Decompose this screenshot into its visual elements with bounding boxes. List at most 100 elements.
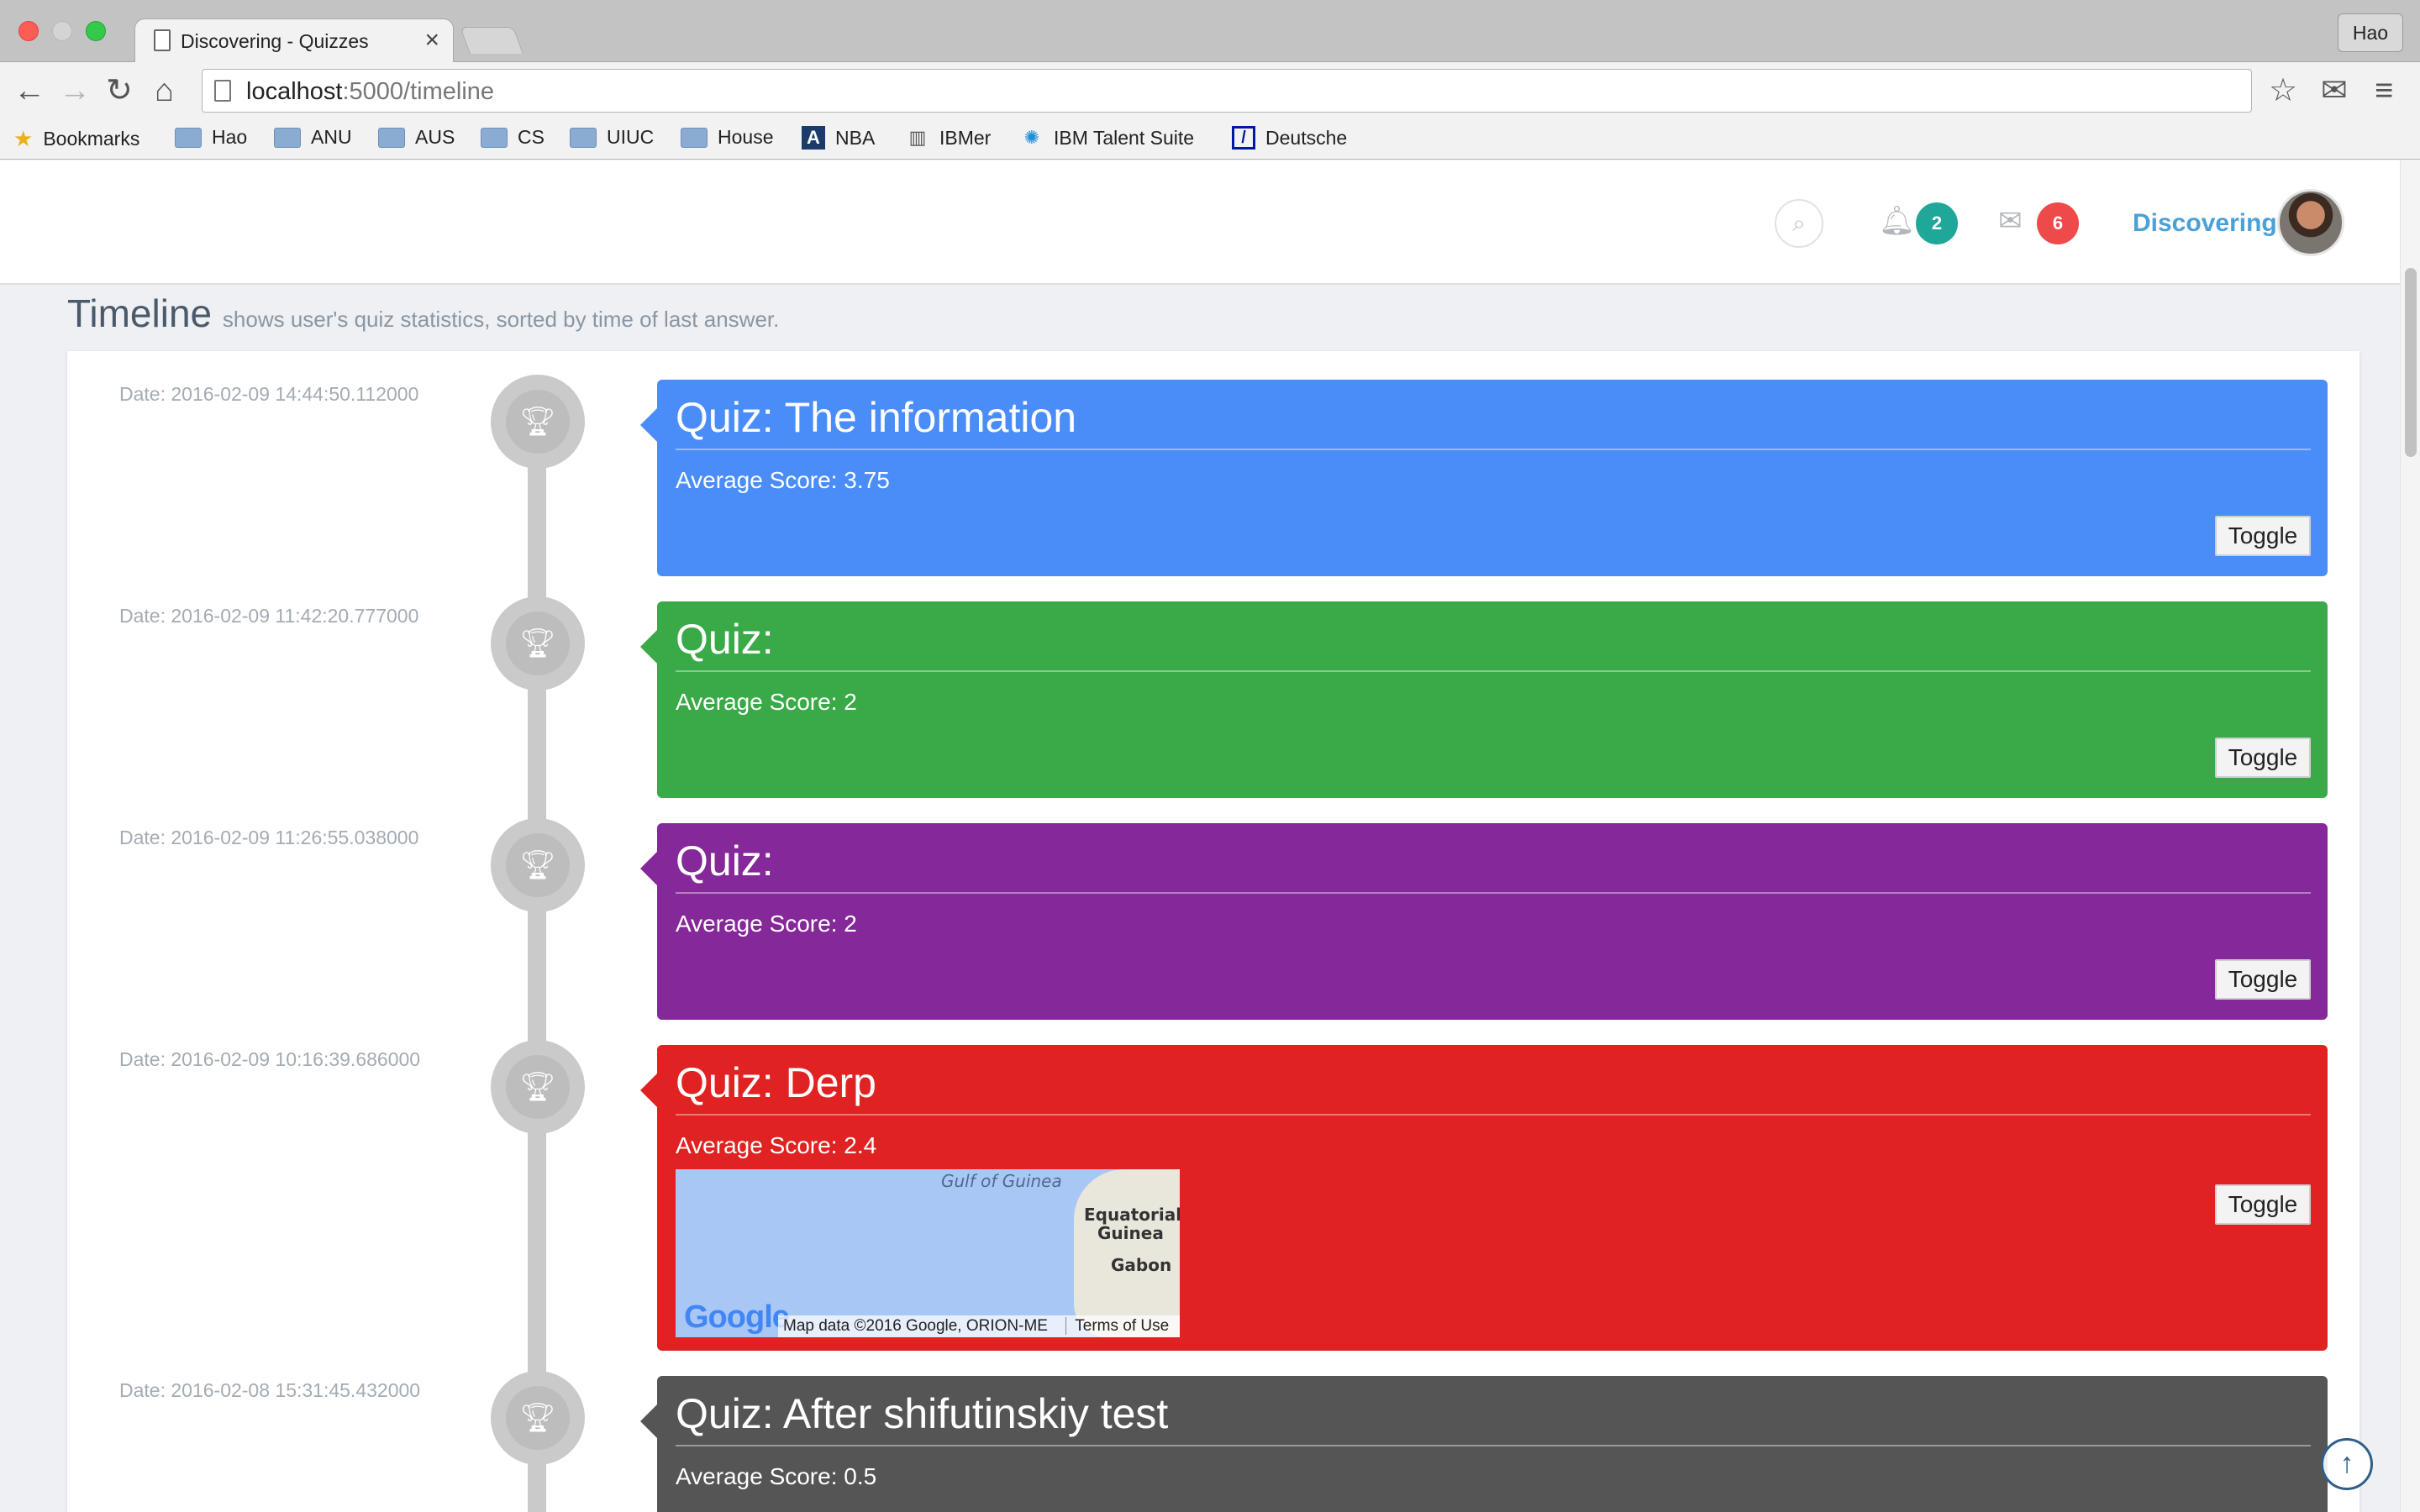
bookmark-anu[interactable]: ANU: [274, 126, 352, 149]
window-minimize-button[interactable]: [52, 21, 72, 41]
timeline-node: 🏆︎: [491, 375, 585, 469]
nba-favicon-icon: A: [802, 126, 825, 150]
scrollbar-thumb[interactable]: [2405, 268, 2417, 457]
quiz-average-score: Average Score: 2: [676, 689, 857, 715]
toggle-button[interactable]: Toggle: [2215, 516, 2311, 556]
bookmark-hao[interactable]: Hao: [175, 126, 247, 149]
bookmark-deutsche[interactable]: / Deutsche: [1232, 126, 1347, 150]
star-icon: ★: [13, 126, 34, 151]
bookmark-label: Deutsche: [1265, 126, 1348, 149]
google-logo: Google: [684, 1299, 790, 1335]
bookmark-label: House: [718, 126, 774, 148]
map-data-text: Map data ©2016 Google, ORION-ME: [783, 1317, 1048, 1335]
quiz-card: Quiz: Derp Average Score: 2.4 Gulf of Gu…: [640, 1045, 2328, 1351]
mail-extension-icon[interactable]: ✉: [2321, 71, 2348, 111]
card-divider: [676, 670, 2311, 672]
home-icon[interactable]: ⌂: [155, 71, 174, 111]
folder-icon: [378, 127, 405, 148]
bookmark-label: CS: [518, 126, 544, 148]
new-tab-button[interactable]: [460, 27, 523, 54]
user-name-link[interactable]: Discovering: [2133, 209, 2277, 238]
quiz-average-score: Average Score: 3.75: [676, 467, 890, 493]
messages-badge[interactable]: 6: [2037, 202, 2079, 244]
tab-close-icon[interactable]: ×: [424, 26, 439, 55]
search-icon[interactable]: ⌕: [1775, 199, 1823, 248]
entry-date: Date: 2016-02-09 11:26:55.038000: [119, 827, 419, 848]
entry-date: Date: 2016-02-09 11:42:20.777000: [119, 605, 419, 627]
map-land-area: [1074, 1169, 1180, 1337]
reload-icon[interactable]: ↻: [106, 71, 133, 111]
profile-button[interactable]: Hao: [2338, 13, 2403, 52]
envelope-icon[interactable]: ✉: [1998, 204, 2023, 238]
map-label-gulf: Gulf of Guinea: [941, 1171, 1062, 1191]
bookmark-uiuc[interactable]: UIUC: [570, 126, 654, 149]
card-divider: [676, 449, 2311, 450]
bookmark-label: IBMer: [939, 126, 992, 149]
quiz-card: Quiz: Average Score: 2 Toggle: [640, 601, 2328, 798]
address-bar[interactable]: localhost:5000/timeline: [202, 69, 2252, 113]
bookmark-ibmer[interactable]: ▥ IBMer: [906, 126, 992, 150]
toggle-button[interactable]: Toggle: [2215, 738, 2311, 778]
bookmark-label: Bookmarks: [43, 128, 140, 150]
browser-titlebar: Discovering - Quizzes × Hao: [0, 0, 2420, 63]
bookmark-label: ANU: [311, 126, 352, 148]
quiz-average-score: Average Score: 2: [676, 911, 857, 937]
quiz-average-score: Average Score: 0.5: [676, 1463, 877, 1489]
browser-tab-active[interactable]: Discovering - Quizzes ×: [134, 18, 454, 63]
page-scrollbar[interactable]: [2400, 160, 2420, 1512]
bell-icon[interactable]: 🔔︎: [1879, 204, 1915, 238]
timeline-node: 🏆︎: [491, 818, 585, 912]
toggle-button[interactable]: Toggle: [2215, 1184, 2311, 1225]
quiz-card: Quiz: Average Score: 2 Toggle: [640, 823, 2328, 1020]
notifications-badge[interactable]: 2: [1916, 202, 1958, 244]
bookmark-house[interactable]: House: [681, 126, 773, 149]
url-host: localhost: [246, 78, 343, 105]
url-path: :5000/timeline: [342, 78, 495, 105]
menu-icon[interactable]: ≡: [2375, 71, 2393, 111]
bookmark-aus[interactable]: AUS: [378, 126, 455, 149]
quiz-title: Quiz: Derp: [676, 1059, 876, 1106]
ibm-favicon-icon: ▥: [908, 127, 927, 148]
app-header: ⌕ 🔔︎ 2 ✉ 6 Discovering: [0, 160, 2400, 285]
window-maximize-button[interactable]: [86, 21, 106, 41]
map-attribution: Map data ©2016 Google, ORION-ME Terms of…: [778, 1315, 1180, 1337]
bookmarks-bar: ★ Bookmarks Hao ANU AUS CS UIUC House A NB…: [0, 119, 2420, 160]
bookmark-nba[interactable]: A NBA: [802, 126, 875, 150]
forward-arrow-icon[interactable]: →: [59, 71, 91, 111]
location-map[interactable]: Gulf of Guinea Equatorial Guinea Gabon G…: [676, 1169, 1180, 1337]
arrow-up-circle-icon[interactable]: ↑: [2321, 1438, 2373, 1490]
card-divider: [676, 892, 2311, 894]
quiz-average-score: Average Score: 2.4: [676, 1132, 877, 1158]
bookmark-cs[interactable]: CS: [481, 126, 544, 149]
window-close-button[interactable]: [18, 21, 39, 41]
bookmark-label: AUS: [415, 126, 455, 148]
card-divider: [676, 1445, 2311, 1446]
quiz-title: Quiz: After shifutinskiy test: [676, 1390, 1169, 1437]
bookmark-star-icon[interactable]: ☆: [2269, 71, 2297, 111]
quiz-card: Quiz: The information Average Score: 3.7…: [640, 380, 2328, 576]
timeline-node: 🏆︎: [491, 1040, 585, 1134]
bookmark-label: UIUC: [607, 126, 655, 148]
bookmark-bookmarks[interactable]: ★ Bookmarks: [13, 126, 139, 152]
toggle-button[interactable]: Toggle: [2215, 959, 2311, 1000]
trophy-icon: 🏆︎: [506, 1386, 570, 1450]
map-label-gabon: Gabon: [1111, 1255, 1172, 1275]
trophy-icon: 🏆︎: [506, 612, 570, 675]
page-subtitle: shows user's quiz statistics, sorted by …: [222, 307, 780, 332]
page-title: Timeline shows user's quiz statistics, s…: [67, 291, 779, 336]
bookmark-ibm-talent-suite[interactable]: ✺ IBM Talent Suite: [1020, 126, 1194, 150]
terms-of-use-link[interactable]: Terms of Use: [1065, 1317, 1170, 1335]
entry-date: Date: 2016-02-09 14:44:50.112000: [119, 383, 419, 405]
card-divider: [676, 1114, 2311, 1116]
page-document-icon: [154, 29, 171, 51]
trophy-icon: 🏆︎: [506, 390, 570, 454]
back-arrow-icon[interactable]: ←: [13, 71, 45, 111]
browser-toolbar: ← → ↻ ⌂ localhost:5000/timeline ☆ ✉ ≡: [0, 62, 2420, 119]
page-info-icon: [214, 80, 231, 102]
entry-date: Date: 2016-02-08 15:31:45.432000: [119, 1379, 421, 1401]
timeline-node: 🏆︎: [491, 596, 585, 690]
url-text: localhost:5000/timeline: [246, 78, 494, 106]
avatar[interactable]: [2277, 189, 2344, 256]
map-label-equatorial: Equatorial: [1084, 1205, 1180, 1225]
folder-icon: [481, 127, 508, 148]
